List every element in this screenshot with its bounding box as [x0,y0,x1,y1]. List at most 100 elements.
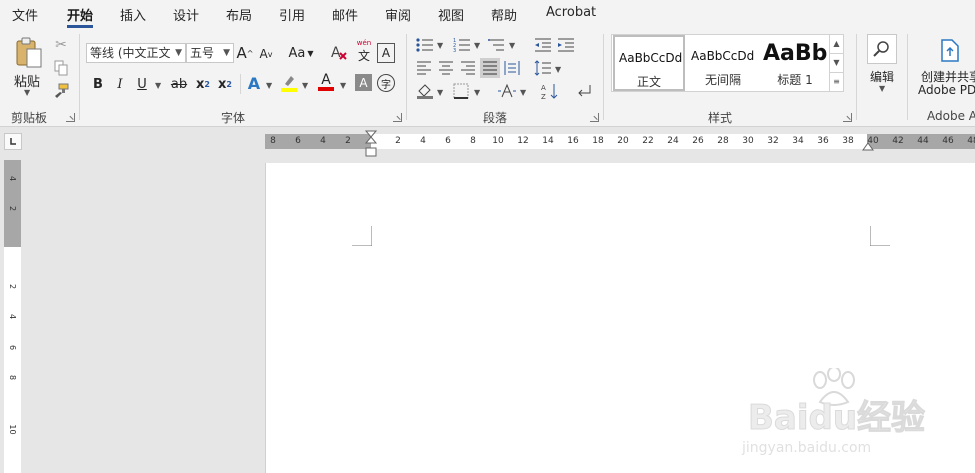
format-painter-icon[interactable] [52,82,70,100]
style-normal[interactable]: AaBbCcDd 正文 [613,35,685,91]
chevron-down-icon[interactable]: ▼ [175,44,182,62]
tab-review[interactable]: 审阅 [385,5,411,24]
style-name: 无间隔 [704,73,741,87]
strikethrough-label: ab [170,76,188,92]
styles-scroll: ▲ ▼ ≡ [829,34,844,92]
character-shading-button[interactable]: A [355,74,372,91]
document-page[interactable]: Baidu经验 jingyan.baidu.com [265,163,975,473]
shading-dropdown-icon[interactable]: ▼ [437,88,443,97]
underline-button[interactable]: U [134,74,150,94]
character-border-button[interactable]: A [377,43,395,63]
ribbon: 粘贴 ▼ ✂ 剪贴板 等线 (中文正文 ▼ 五号 ▼ A ^ Av Aa ▼ A w… [0,28,975,127]
align-center-icon[interactable] [437,59,455,77]
style-no-spacing[interactable]: AaBbCcDd 无间隔 [687,35,759,91]
bold-label: B [93,76,103,92]
align-right-icon[interactable] [459,59,477,77]
text-effects-dropdown-icon[interactable]: ▼ [266,81,272,90]
paragraph-launcher-icon[interactable] [590,113,599,122]
align-left-icon[interactable] [415,59,433,77]
font-color-dropdown-icon[interactable]: ▼ [340,81,346,90]
paste-dropdown-icon[interactable]: ▼ [24,88,30,97]
tab-mailings[interactable]: 邮件 [332,5,358,24]
subscript-button[interactable]: x2 [195,74,211,94]
superscript-button[interactable]: x2 [217,74,233,94]
numbering-dropdown-icon[interactable]: ▼ [474,41,480,50]
superscript-mark: 2 [226,79,232,89]
copy-icon[interactable] [52,59,70,77]
adobe-group-label: Adobe A [927,109,975,123]
right-indent-marker-icon[interactable] [862,141,874,151]
vertical-ruler[interactable]: 4 2 2 4 6 8 10 [4,160,21,473]
highlight-icon[interactable] [280,73,298,93]
numbering-icon[interactable]: 123 [452,36,472,54]
indent-marker-icon[interactable] [365,130,377,157]
gallery-more-icon[interactable]: ≡ [830,73,843,92]
tab-view[interactable]: 视图 [438,5,464,24]
editing-dropdown-icon[interactable]: ▼ [879,84,885,93]
editing-label[interactable]: 编辑 [870,68,894,85]
asian-layout-icon[interactable] [496,82,518,100]
multilevel-list-icon[interactable] [487,36,507,54]
distributed-icon[interactable] [503,59,521,77]
justify-icon[interactable] [480,58,500,78]
tab-help[interactable]: 帮助 [491,5,517,24]
gallery-down-icon[interactable]: ▼ [830,54,843,73]
multilevel-dropdown-icon[interactable]: ▼ [509,41,515,50]
strikethrough-button[interactable]: ab [168,74,190,94]
sort-icon[interactable]: AZ [540,81,560,101]
ruler-tick-label: 46 [942,136,954,146]
bullets-dropdown-icon[interactable]: ▼ [437,41,443,50]
tab-home[interactable]: 开始 [67,5,94,28]
enclose-characters-button[interactable]: 字 [377,74,395,92]
chevron-down-icon[interactable]: ▼ [223,44,230,62]
tab-file[interactable]: 文件 [12,5,38,24]
adobe-pdf-icon[interactable] [938,36,962,64]
text-effects-button[interactable]: A [246,73,262,93]
shrink-font-button[interactable]: Av [257,44,275,64]
group-divider [79,34,80,120]
line-spacing-icon[interactable] [533,59,553,77]
adobe-pdf-label[interactable]: Adobe PDF [918,83,975,97]
paste-icon[interactable] [12,36,46,70]
grow-font-button[interactable]: A ^ [236,43,254,63]
tab-insert[interactable]: 插入 [120,5,146,24]
tab-acrobat[interactable]: Acrobat [546,5,596,23]
tab-design[interactable]: 设计 [173,5,199,24]
highlight-dropdown-icon[interactable]: ▼ [302,81,308,90]
bullets-icon[interactable] [415,36,435,54]
italic-button[interactable]: I [112,74,128,94]
shading-icon[interactable] [415,82,435,100]
grow-font-label: A [236,44,247,62]
styles-launcher-icon[interactable] [843,113,852,122]
tab-selector-icon[interactable] [4,133,22,150]
clipboard-launcher-icon[interactable] [66,113,75,122]
font-color-button[interactable]: A [316,72,336,92]
tab-references[interactable]: 引用 [279,5,305,24]
change-case-button[interactable]: Aa ▼ [286,43,316,63]
borders-icon[interactable] [452,82,470,100]
decrease-indent-icon[interactable] [533,36,553,54]
font-size-combo[interactable]: 五号 ▼ [186,43,234,63]
gallery-up-icon[interactable]: ▲ [830,35,843,54]
word-window: 文件 开始 插入 设计 布局 引用 邮件 审阅 视图 帮助 Acrobat 粘贴… [0,0,975,473]
underline-dropdown-icon[interactable]: ▼ [155,81,161,90]
tab-layout[interactable]: 布局 [226,5,252,24]
ruler-tick-label: 26 [692,136,704,146]
cut-icon[interactable]: ✂ [52,36,70,54]
font-launcher-icon[interactable] [393,113,402,122]
line-spacing-dropdown-icon[interactable]: ▼ [555,65,561,74]
show-marks-icon[interactable] [574,81,594,101]
search-icon[interactable] [867,34,897,64]
style-heading-1[interactable]: AaBb 标题 1 [759,35,831,91]
clear-formatting-icon[interactable]: A [330,42,348,62]
bold-button[interactable]: B [90,74,106,94]
ruler-tick-label: 48 [967,136,975,146]
borders-dropdown-icon[interactable]: ▼ [474,88,480,97]
font-name-value: 等线 (中文正文 [90,46,171,60]
font-name-combo[interactable]: 等线 (中文正文 ▼ [86,43,186,63]
paragraph-group-label: 段落 [483,111,508,125]
increase-indent-icon[interactable] [556,36,576,54]
character-border-label: A [381,46,391,60]
asian-layout-dropdown-icon[interactable]: ▼ [520,88,526,97]
phonetic-guide-button[interactable]: wén 文 [355,39,373,63]
